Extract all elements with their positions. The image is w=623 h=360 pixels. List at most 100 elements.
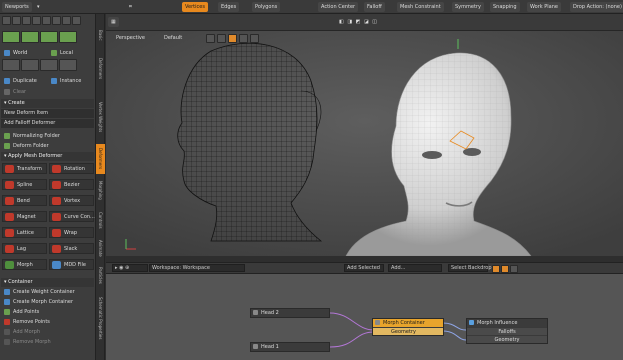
scale-tool-icon[interactable] <box>59 31 77 43</box>
add-points-button[interactable]: Add Points <box>1 308 94 317</box>
distribute-icon[interactable] <box>21 59 39 71</box>
new-deform-item-dropdown[interactable]: New Deform Item <box>1 109 94 118</box>
spline-label: Spline <box>17 182 33 188</box>
viewport-layout-icon[interactable]: ▦ <box>108 17 119 27</box>
falloff-button[interactable]: Falloff <box>364 2 385 12</box>
dropdown-icon[interactable]: ▾ <box>34 2 42 12</box>
lattice-deformer-button[interactable]: Lattice <box>2 227 47 238</box>
advanced-viewport-icon[interactable] <box>228 34 237 43</box>
camera-icon[interactable] <box>206 34 215 43</box>
array-icon[interactable] <box>59 59 77 71</box>
rotate-icon[interactable] <box>12 16 21 25</box>
mdd-file-deformer-button[interactable]: MDD File <box>49 259 94 270</box>
instance-button[interactable]: Instance <box>48 77 94 86</box>
spline-deformer-button[interactable]: Spline <box>2 179 47 190</box>
move-tool-icon[interactable] <box>2 31 20 43</box>
layout-tab[interactable]: Newports <box>2 2 32 12</box>
bend-deformer-button[interactable]: Bend <box>2 195 47 206</box>
vertical-tab-schematic-properties[interactable]: Schematic Properties <box>96 290 105 346</box>
work-plane-button[interactable]: Work Plane <box>527 2 561 12</box>
transform-icon[interactable] <box>32 16 41 25</box>
create-weight-container-button[interactable]: Create Weight Container <box>1 288 94 297</box>
shading-mode-label[interactable]: Default <box>164 35 182 41</box>
head-2-node[interactable]: Head 2 <box>250 308 330 318</box>
create-section-header[interactable]: ▾ Create <box>1 99 94 108</box>
stretch-tool-icon[interactable] <box>21 31 39 43</box>
symmetry-button[interactable]: Symmetry <box>452 2 484 12</box>
create-morph-container-button[interactable]: Create Morph Container <box>1 298 94 307</box>
snapping-button[interactable]: Snapping <box>490 2 520 12</box>
world-toggle[interactable]: World <box>1 49 47 58</box>
twist-tool-icon[interactable] <box>40 31 58 43</box>
vortex-deformer-button[interactable]: Vortex <box>49 195 94 206</box>
vertical-tab-vertex-weights[interactable]: Vertex Weights <box>96 92 105 142</box>
list-view-icon[interactable] <box>501 265 509 273</box>
options-icon[interactable] <box>250 34 259 43</box>
morph-influence-node[interactable]: Morph Influence Falloffs Geometry <box>466 318 548 344</box>
magnet-deformer-button[interactable]: Magnet <box>2 211 47 222</box>
select-icon[interactable]: ⌗ <box>126 2 135 12</box>
snap-icon[interactable] <box>52 16 61 25</box>
vertical-tab-deformers[interactable]: Deformers <box>96 48 105 90</box>
clear-icon <box>4 88 10 95</box>
transform-deformer-button[interactable]: Transform <box>2 163 47 174</box>
edges-mode-button[interactable]: Edges <box>218 2 240 12</box>
vertical-tab-basic[interactable]: Basic <box>96 24 105 46</box>
view-mode-label[interactable]: Perspective <box>116 35 145 41</box>
grid-view-icon[interactable] <box>492 265 500 273</box>
select-backdrop-button[interactable]: Select Backdrop <box>448 264 492 272</box>
lag-deformer-button[interactable]: Lag <box>2 243 47 254</box>
apply-mesh-deformer-header[interactable]: ▾ Apply Mesh Deformer <box>1 152 94 161</box>
vertical-tab-particles[interactable]: Particles <box>96 262 105 288</box>
morph-container-geometry-port[interactable]: Geometry <box>373 327 443 335</box>
add-falloff-deformer-dropdown[interactable]: Add Falloff Deformer <box>1 119 94 128</box>
polygons-mode-button[interactable]: Polygons <box>252 2 281 12</box>
vertical-tab-controls[interactable]: Controls <box>96 206 105 234</box>
vertices-mode-button[interactable]: Vertices <box>182 2 208 12</box>
3d-viewport[interactable]: Perspective Default <box>106 31 623 257</box>
add-selected-button[interactable]: Add Selected <box>344 264 384 272</box>
fit-view-icon[interactable] <box>510 265 518 273</box>
clear-button[interactable]: Clear <box>1 88 94 97</box>
local-toggle[interactable]: Local <box>48 49 94 58</box>
drop-action-button[interactable]: Drop Action: (none) <box>570 2 623 12</box>
center-icon[interactable] <box>72 16 81 25</box>
workspace-selector[interactable]: Workspace: Workspace <box>149 264 245 272</box>
pivot-icon[interactable] <box>62 16 71 25</box>
remove-points-button[interactable]: Remove Points <box>1 318 94 327</box>
magnet-icon <box>5 213 14 221</box>
geometry-port[interactable]: Geometry <box>467 335 547 343</box>
add-points-icon <box>4 308 10 315</box>
align-icon[interactable] <box>2 59 20 71</box>
head-1-node[interactable]: Head 1 <box>250 342 330 352</box>
morph-deformer-button[interactable]: Morph <box>2 259 47 270</box>
visibility-icon[interactable] <box>239 34 248 43</box>
remove-morph-button[interactable]: Remove Morph <box>1 338 94 347</box>
viewport-display-icons[interactable]: ◧ ◨ ◩ ◪ ◫ <box>336 17 381 27</box>
schematic-icons[interactable]: ▸ ◉ ⊕ <box>112 264 148 272</box>
slack-deformer-button[interactable]: Slack <box>49 243 94 254</box>
deform-folder-button[interactable]: Deform Folder <box>1 142 94 151</box>
light-icon[interactable] <box>217 34 226 43</box>
duplicate-button[interactable]: Duplicate <box>1 77 47 86</box>
wrap-deformer-button[interactable]: Wrap <box>49 227 94 238</box>
bezier-deformer-button[interactable]: Bezier <box>49 179 94 190</box>
curve-con-deformer-button[interactable]: Curve Con... <box>49 211 95 222</box>
vertical-tab-animate[interactable]: Animate <box>96 236 105 260</box>
element-move-icon[interactable] <box>42 16 51 25</box>
falloffs-port[interactable]: Falloffs <box>467 327 547 335</box>
schematic-graph[interactable]: Head 2 Head 1 Morph Container Geometry M… <box>106 274 623 360</box>
rotation-deformer-button[interactable]: Rotation <box>49 163 94 174</box>
add-menu-dropdown[interactable]: Add... <box>388 264 442 272</box>
vertical-tab-deformers[interactable]: Deformers <box>96 144 105 174</box>
action-center-button[interactable]: Action Center <box>318 2 359 12</box>
morph-container-node[interactable]: Morph Container Geometry <box>372 318 444 336</box>
move-icon[interactable] <box>2 16 11 25</box>
add-morph-button[interactable]: Add Morph <box>1 328 94 337</box>
container-section-header[interactable]: ▾ Container <box>1 278 94 287</box>
mirror-icon[interactable] <box>40 59 58 71</box>
vertical-tab-morphing[interactable]: Morphing <box>96 176 105 204</box>
mesh-constraint-button[interactable]: Mesh Constraint <box>397 2 444 12</box>
scale-icon[interactable] <box>22 16 31 25</box>
normalizing-folder-button[interactable]: Normalizing Folder <box>1 132 94 141</box>
